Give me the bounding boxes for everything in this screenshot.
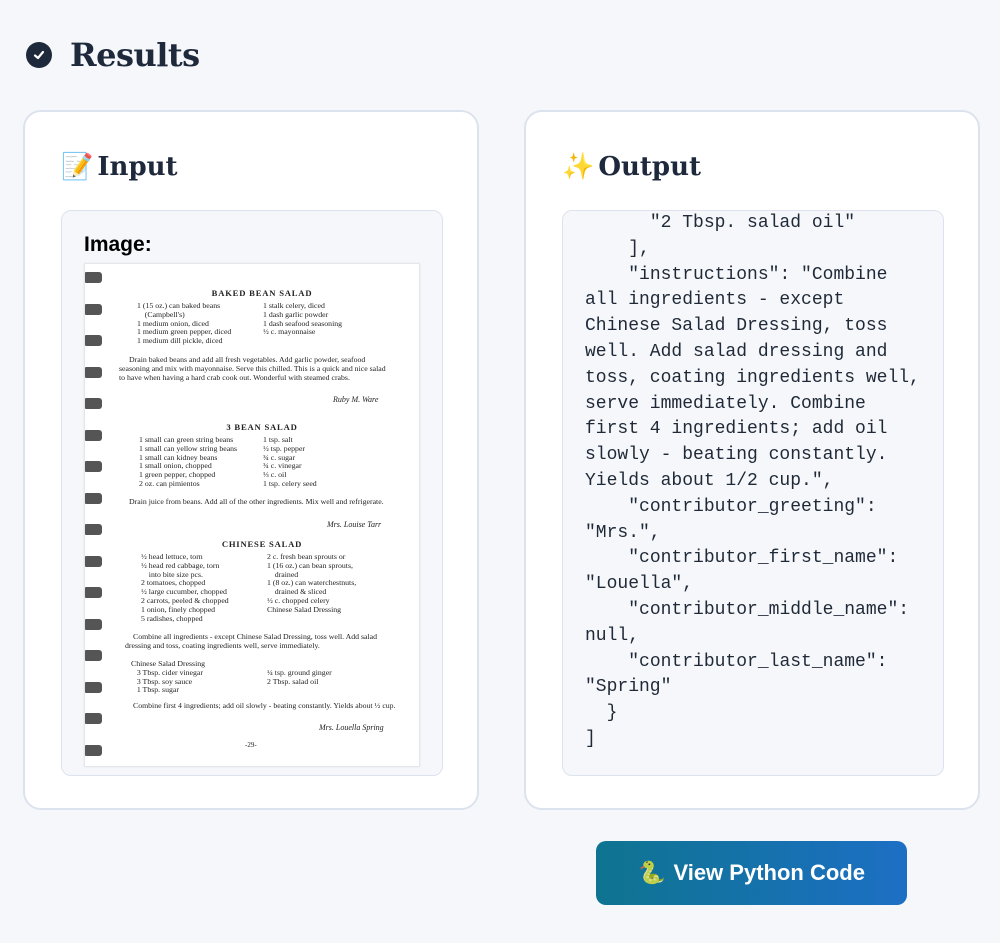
check-circle-icon [26,42,52,68]
recipe-ingredients-left: ½ head lettuce, torn ½ head red cabbage,… [141,552,229,623]
results-title: Results [70,36,200,74]
spiral-binding [85,272,105,768]
spiral-coil [85,366,102,378]
recipe-contributor: Ruby M. Ware [333,395,379,404]
view-python-code-button[interactable]: 🐍 View Python Code [596,841,907,905]
spiral-coil [85,618,102,630]
recipe-contributor: Mrs. Louella Spring [319,723,384,732]
output-json-text: "2 Tbsp. salad oil" ], "instructions": "… [585,213,920,749]
results-header: Results [26,36,200,74]
spiral-coil [85,398,102,409]
recipe-page-image: BAKED BEAN SALAD 1 (15 oz.) can baked be… [84,263,420,767]
snake-icon: 🐍 [638,860,666,886]
input-card: 📝 Input Image: BAKED BEAN SALAD 1 (15 oz… [23,110,479,810]
recipe-title-3-bean: 3 BEAN SALAD [226,422,298,432]
recipe-ingredients-left: 1 (15 oz.) can baked beans (Campbell's) … [137,301,232,346]
memo-icon: 📝 [61,152,94,182]
recipe-ingredients-left: 1 small can green string beans 1 small c… [139,435,238,488]
recipe-ingredients-right: 2 c. fresh bean sprouts or 1 (16 oz.) ca… [267,552,357,614]
recipe-instructions: Combine first 4 ingredients; add oil slo… [133,701,396,710]
output-code-panel[interactable]: "2 Tbsp. salad oil" ], "instructions": "… [562,210,944,776]
spiral-coil [85,524,102,535]
spiral-coil [85,429,102,441]
recipe-title-chinese: CHINESE SALAD [221,539,303,549]
input-title-label: Input [97,152,178,182]
input-image-panel: Image: BAKED BEAN SALAD 1 (15 oz.) can b… [61,210,443,776]
spiral-coil [85,492,102,504]
spiral-coil [85,650,102,661]
spiral-coil [85,555,102,567]
output-card: ✨ Output "2 Tbsp. salad oil" ], "instruc… [524,110,980,810]
output-card-title: ✨ Output [562,152,701,182]
recipe-ingredients-right: 1 tsp. salt ½ tsp. pepper ¾ c. sugar ¾ c… [263,435,317,488]
spiral-coil [85,335,102,346]
view-python-code-label: View Python Code [673,860,865,885]
recipe-instructions: Drain baked beans and add all fresh vege… [119,355,386,382]
dressing-ingredients-right: ¼ tsp. ground ginger 2 Tbsp. salad oil [267,668,332,686]
spiral-coil [85,461,102,472]
recipe-contributor: Mrs. Louise Tarr [327,520,382,529]
spiral-coil [85,681,102,693]
spiral-coil [85,587,102,598]
spiral-coil [85,303,102,315]
recipe-instructions: Combine all ingredients - except Chinese… [125,632,378,650]
input-card-title: 📝 Input [61,152,178,182]
spiral-coil [85,713,102,724]
recipe-title-baked-bean: BAKED BEAN SALAD [211,288,313,298]
sparkles-icon: ✨ [562,152,595,182]
image-label: Image: [84,233,152,256]
spiral-coil [85,744,102,756]
spiral-coil [85,272,102,283]
output-title-label: Output [598,152,702,182]
recipe-instructions: Drain juice from beans. Add all of the o… [129,497,384,506]
recipe-ingredients-right: 1 stalk celery, diced 1 dash garlic powd… [263,301,343,337]
dressing-ingredients-left: Chinese Salad Dressing 3 Tbsp. cider vin… [131,659,206,695]
page-number: -29- [245,741,257,749]
